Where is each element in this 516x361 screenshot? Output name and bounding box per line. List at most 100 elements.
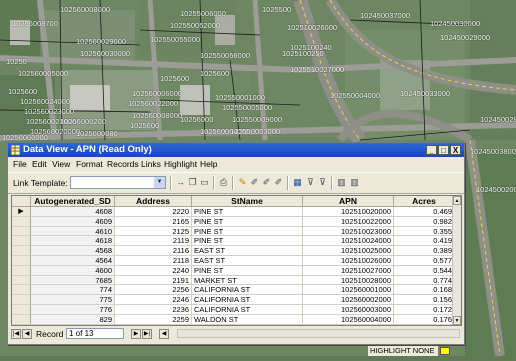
cell-apn[interactable]: 102510025000	[303, 246, 394, 256]
maximize-button[interactable]: □	[438, 145, 449, 155]
chevron-down-icon[interactable]: ▼	[154, 177, 165, 188]
cell-address[interactable]: 2246	[115, 295, 192, 305]
cell-address[interactable]: 2256	[115, 285, 192, 296]
cell-address[interactable]: 2118	[115, 256, 192, 266]
table-row[interactable]: 8042269WALDON ST1025600050000.161	[12, 324, 455, 325]
row-selector[interactable]	[12, 314, 31, 325]
cell-autogenerated-sd[interactable]: 774	[31, 285, 115, 296]
cell-acres[interactable]: 0.469	[394, 207, 455, 217]
column-header-stname[interactable]: StName	[192, 196, 303, 207]
menu-help[interactable]: Help	[200, 159, 217, 170]
cell-autogenerated-sd[interactable]: 776	[31, 305, 115, 315]
menu-format[interactable]: Format	[76, 159, 103, 170]
cell-acres[interactable]: 0.774	[394, 275, 455, 286]
row-selector[interactable]	[12, 275, 31, 286]
table-row[interactable]: 4564 2118 EAST ST 102510026000 0.577	[12, 256, 455, 266]
data-view-window[interactable]: Data View - APN (Read Only) _ □ X File E…	[7, 142, 465, 345]
scroll-up-icon[interactable]: ▲	[453, 196, 461, 205]
table-row[interactable]: ▶ 4608 2220 PINE ST 102510020000 0.469	[12, 207, 455, 217]
cell-apn[interactable]: 102510023000	[303, 226, 394, 237]
table-icon[interactable]: ▦	[292, 177, 303, 188]
cell-acres[interactable]: 0.156	[394, 295, 455, 305]
table-row[interactable]: 4610 2125 PINE ST 102510023000 0.355	[12, 226, 455, 237]
table-row[interactable]: 4618 2119 PINE ST 102510024000 0.419	[12, 236, 455, 247]
prev-record-button[interactable]: ◀	[22, 329, 32, 339]
next-record-button[interactable]: ▶	[131, 329, 141, 339]
cell-stname[interactable]: EAST ST	[192, 246, 303, 256]
cell-stname[interactable]: CALIFORNIA ST	[192, 285, 303, 296]
cell-apn[interactable]: 102560001000	[303, 285, 394, 296]
cell-autogenerated-sd[interactable]: 4564	[31, 256, 115, 266]
cell-apn[interactable]: 102560002000	[303, 295, 394, 305]
menu-links[interactable]: Links	[141, 159, 161, 170]
paste-icon[interactable]: ▭	[199, 177, 210, 188]
cell-address[interactable]: 2240	[115, 265, 192, 276]
columns-icon[interactable]: ▥	[336, 177, 347, 188]
cell-stname[interactable]: PINE ST	[192, 265, 303, 276]
row-selector[interactable]	[12, 295, 31, 305]
cell-apn[interactable]: 102510024000	[303, 236, 394, 247]
table-row[interactable]: 4609 2165 PINE ST 102510022000 0.982	[12, 216, 455, 227]
row-selector[interactable]	[12, 226, 31, 237]
cell-stname[interactable]: PINE ST	[192, 226, 303, 237]
pencil-icon[interactable]: ✐	[273, 177, 284, 188]
row-selector[interactable]	[12, 285, 31, 296]
cell-apn[interactable]: 102510027000	[303, 265, 394, 276]
title-bar[interactable]: Data View - APN (Read Only) _ □ X	[8, 143, 464, 157]
cell-stname[interactable]: WALDON ST	[192, 314, 303, 325]
first-record-button[interactable]: |◀	[11, 329, 21, 339]
cell-address[interactable]: 2269	[115, 324, 192, 325]
cell-address[interactable]: 2125	[115, 226, 192, 237]
filter-icon[interactable]: ⊽	[305, 177, 316, 188]
vertical-scrollbar[interactable]: ▲ ▼	[452, 196, 461, 325]
cell-stname[interactable]: CALIFORNIA ST	[192, 295, 303, 305]
cell-acres[interactable]: 0.161	[394, 324, 455, 325]
cell-acres[interactable]: 0.419	[394, 236, 455, 247]
link-template-dropdown[interactable]: ▼	[70, 176, 166, 189]
row-selector[interactable]: ▶	[12, 207, 31, 217]
cell-stname[interactable]: PINE ST	[192, 207, 303, 217]
highlight-icon[interactable]: ✎	[237, 177, 248, 188]
table-row[interactable]: 775 2246 CALIFORNIA ST 102560002000 0.156	[12, 295, 455, 305]
cell-apn[interactable]: 102560005000	[303, 324, 394, 325]
cell-address[interactable]: 2236	[115, 305, 192, 315]
menu-view[interactable]: View	[52, 159, 70, 170]
table-row[interactable]: 776 2236 CALIFORNIA ST 102560003000 0.172	[12, 305, 455, 315]
print-icon[interactable]: ⎙	[218, 177, 229, 188]
cell-autogenerated-sd[interactable]: 7685	[31, 275, 115, 286]
arrow-icon[interactable]: →	[175, 177, 186, 188]
cell-stname[interactable]: CALIFORNIA ST	[192, 305, 303, 315]
cell-autogenerated-sd[interactable]: 829	[31, 314, 115, 325]
cell-autogenerated-sd[interactable]: 804	[31, 324, 115, 325]
cell-stname[interactable]: MARKET ST	[192, 275, 303, 286]
cell-acres[interactable]: 0.577	[394, 256, 455, 266]
row-selector[interactable]	[12, 324, 31, 325]
cell-acres[interactable]: 0.982	[394, 216, 455, 227]
cell-acres[interactable]: 0.355	[394, 226, 455, 237]
cell-autogenerated-sd[interactable]: 4618	[31, 236, 115, 247]
table-row[interactable]: 829 2259 WALDON ST 102560004000 0.176	[12, 314, 455, 325]
row-selector[interactable]	[12, 236, 31, 247]
menu-records[interactable]: Records	[107, 159, 139, 170]
row-selector[interactable]	[12, 256, 31, 266]
cell-autogenerated-sd[interactable]: 4608	[31, 207, 115, 217]
table-row[interactable]: 4600 2240 PINE ST 102510027000 0.544	[12, 265, 455, 276]
cell-acres[interactable]: 0.172	[394, 305, 455, 315]
copy-icon[interactable]: ❐	[187, 177, 198, 188]
cell-autogenerated-sd[interactable]: 775	[31, 295, 115, 305]
cell-apn[interactable]: 102510028000	[303, 275, 394, 286]
cell-address[interactable]: 2220	[115, 207, 192, 217]
cell-address[interactable]: 2191	[115, 275, 192, 286]
record-position-field[interactable]: 1 of 13	[66, 328, 124, 339]
table-row[interactable]: 774 2256 CALIFORNIA ST 102560001000 0.168	[12, 285, 455, 296]
cell-acres[interactable]: 0.544	[394, 265, 455, 276]
menu-file[interactable]: File	[13, 159, 27, 170]
row-selector[interactable]	[12, 216, 31, 227]
menu-highlight[interactable]: Highlight	[164, 159, 197, 170]
cell-autogenerated-sd[interactable]: 4609	[31, 216, 115, 227]
columns-icon[interactable]: ▥	[349, 177, 360, 188]
cell-apn[interactable]: 102510020000	[303, 207, 394, 217]
cell-stname[interactable]: EAST ST	[192, 256, 303, 266]
cell-stname[interactable]: PINE ST	[192, 236, 303, 247]
cell-stname[interactable]: PINE ST	[192, 216, 303, 227]
